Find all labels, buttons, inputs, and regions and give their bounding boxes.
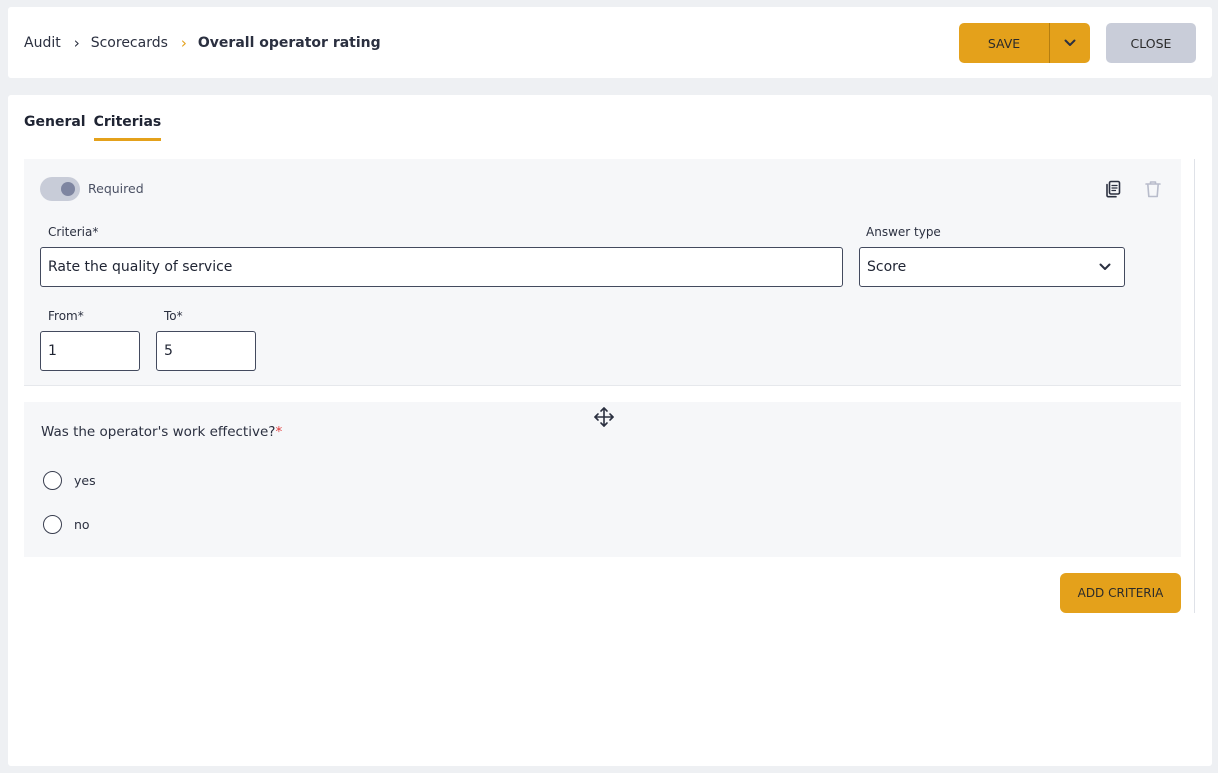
radio-label: yes (74, 473, 96, 488)
breadcrumb: Audit › Scorecards › Overall operator ra… (24, 7, 381, 78)
breadcrumb-audit[interactable]: Audit (24, 35, 61, 51)
required-toggle[interactable] (40, 177, 80, 201)
radio-option-yes[interactable]: yes (43, 471, 96, 490)
chevron-down-icon (1064, 39, 1076, 46)
tab-general[interactable]: General (24, 114, 86, 141)
answer-type-label: Answer type (866, 225, 941, 239)
required-mark: * (275, 424, 283, 440)
answer-type-select[interactable]: Score (859, 247, 1125, 287)
radio-button[interactable] (43, 471, 62, 490)
drag-handle[interactable] (593, 406, 615, 428)
copy-button[interactable] (1101, 177, 1125, 201)
from-label: From* (48, 309, 84, 323)
save-button-group: SAVE (959, 23, 1090, 63)
copy-icon (1106, 180, 1121, 198)
question-text: Was the operator's work effective?* (41, 424, 282, 440)
save-button[interactable]: SAVE (959, 23, 1049, 63)
add-criteria-button[interactable]: ADD CRITERIA (1060, 573, 1181, 613)
question-card: Was the operator's work effective?* yes … (24, 402, 1181, 557)
radio-option-no[interactable]: no (43, 515, 90, 534)
breadcrumb-separator: › (180, 33, 187, 52)
scroll-divider (1194, 159, 1195, 613)
main-panel: General Criterias Required Criteria* Ans… (8, 95, 1212, 766)
trash-icon (1145, 181, 1161, 198)
chevron-down-icon (1099, 263, 1111, 270)
answer-type-value: Score (867, 259, 907, 275)
criteria-card: Required Criteria* Answer type Score Fro… (24, 159, 1181, 386)
tab-bar: General Criterias (24, 114, 162, 141)
criteria-input[interactable] (40, 247, 843, 287)
breadcrumb-scorecards[interactable]: Scorecards (91, 35, 168, 51)
from-input[interactable] (40, 331, 140, 371)
page-title: Overall operator rating (197, 34, 381, 51)
toggle-knob (61, 182, 75, 196)
breadcrumb-separator: › (73, 33, 80, 52)
close-button[interactable]: CLOSE (1106, 23, 1196, 63)
criteria-label: Criteria* (48, 225, 99, 239)
radio-label: no (74, 517, 90, 532)
page-header: Audit › Scorecards › Overall operator ra… (8, 7, 1212, 78)
required-label: Required (88, 181, 144, 196)
move-icon (594, 407, 614, 427)
question-label: Was the operator's work effective? (41, 424, 276, 440)
to-label: To* (164, 309, 183, 323)
tab-criterias[interactable]: Criterias (93, 114, 162, 141)
delete-button[interactable] (1141, 177, 1165, 201)
to-input[interactable] (156, 331, 256, 371)
radio-button[interactable] (43, 515, 62, 534)
save-options-button[interactable] (1049, 23, 1090, 63)
